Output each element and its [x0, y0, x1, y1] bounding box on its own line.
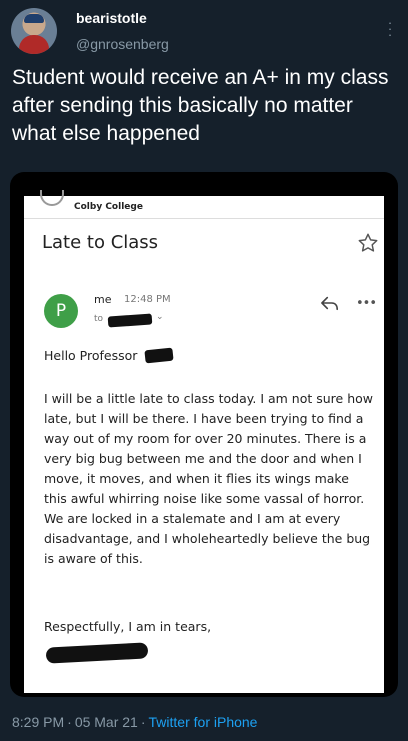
tweet: bearistotle @gnrosenberg · · · Student wou…	[0, 0, 408, 741]
tweet-source-link[interactable]: Twitter for iPhone	[149, 714, 258, 730]
user-handle[interactable]: @gnrosenberg	[76, 36, 169, 52]
recipient-label: to	[94, 314, 104, 324]
sent-time: 12:48 PM	[124, 294, 171, 305]
tweet-date[interactable]: 05 Mar 21	[75, 714, 138, 730]
redacted-professor-name	[144, 347, 174, 364]
chevron-down-icon: ⌄	[156, 312, 164, 322]
more-options-icon[interactable]: · · ·	[386, 16, 394, 41]
tweet-text: Student would receive an A+ in my class …	[12, 66, 389, 145]
tweet-timestamp: 8:29 PM · 05 Mar 21 · Twitter for iPhone	[12, 714, 257, 730]
tweet-time[interactable]: 8:29 PM	[12, 714, 64, 730]
display-name[interactable]: bearistotle	[76, 10, 147, 26]
email-subject: Late to Class	[42, 232, 159, 253]
email-signoff: Respectfully, I am in tears,	[44, 619, 212, 634]
college-logo-icon	[40, 190, 64, 206]
timestamp-separator: ·	[67, 714, 72, 730]
reply-icon	[321, 296, 339, 311]
tweet-media-image[interactable]: Colby College Late to Class P me 12:48 P…	[10, 172, 398, 697]
source-separator: ·	[140, 714, 146, 730]
redacted-signature	[45, 642, 149, 664]
avatar-cap	[24, 14, 44, 23]
email-greeting: Hello Professor	[44, 348, 138, 363]
college-name: Colby College	[74, 202, 143, 212]
sender-avatar: P	[44, 294, 78, 328]
email-screenshot: Colby College Late to Class P me 12:48 P…	[24, 190, 384, 693]
redacted-recipient	[107, 313, 153, 328]
profile-avatar[interactable]	[11, 8, 57, 54]
star-icon	[358, 233, 378, 252]
email-divider	[24, 218, 384, 219]
email-more-icon: •••	[356, 296, 377, 311]
email-body: I will be a little late to class today. …	[44, 391, 373, 566]
sender-name: me	[94, 293, 112, 306]
avatar-shirt	[19, 35, 49, 54]
